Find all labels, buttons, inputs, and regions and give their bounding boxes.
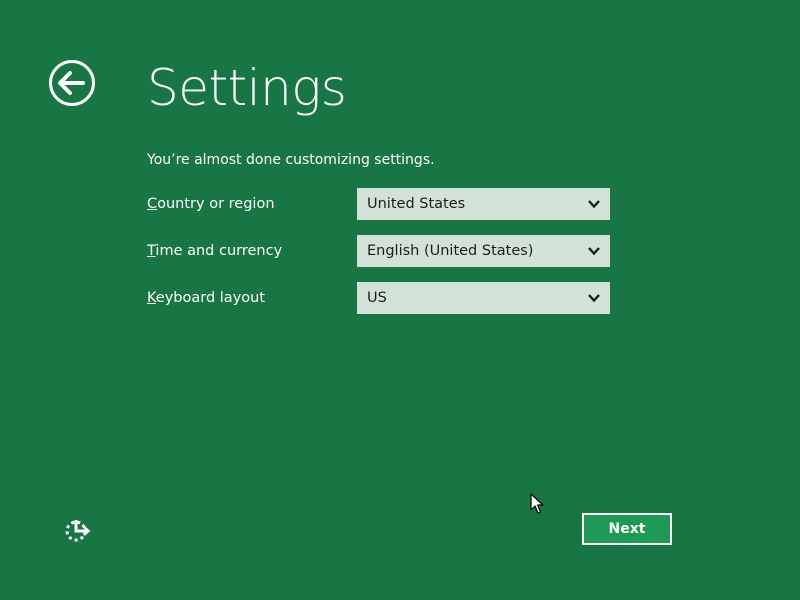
time-currency-value: English (United States) bbox=[367, 243, 534, 259]
keyboard-layout-value: US bbox=[367, 290, 387, 306]
back-button[interactable] bbox=[48, 59, 96, 107]
ease-of-access-icon bbox=[65, 520, 91, 542]
subtitle: You’re almost done customizing settings. bbox=[147, 152, 435, 168]
country-region-select[interactable]: United States bbox=[357, 188, 610, 220]
keyboard-layout-label: Keyboard layout bbox=[147, 290, 266, 306]
arrow-left-circle-icon bbox=[49, 60, 95, 106]
next-button[interactable]: Next bbox=[582, 513, 672, 545]
chevron-down-icon bbox=[588, 294, 600, 303]
country-region-value: United States bbox=[367, 196, 466, 212]
country-region-label: Country or region bbox=[147, 196, 275, 212]
keyboard-layout-select[interactable]: US bbox=[357, 282, 610, 314]
mouse-pointer-icon bbox=[530, 493, 544, 514]
chevron-down-icon bbox=[588, 200, 600, 209]
time-currency-select[interactable]: English (United States) bbox=[357, 235, 610, 267]
chevron-down-icon bbox=[588, 247, 600, 256]
time-currency-row: Time and currency English (United States… bbox=[147, 235, 617, 267]
country-region-row: Country or region United States bbox=[147, 188, 617, 220]
time-currency-label: Time and currency bbox=[147, 243, 283, 259]
keyboard-layout-row: Keyboard layout US bbox=[147, 282, 617, 314]
page-title: Settings bbox=[147, 59, 347, 117]
ease-of-access-button[interactable] bbox=[64, 516, 92, 544]
